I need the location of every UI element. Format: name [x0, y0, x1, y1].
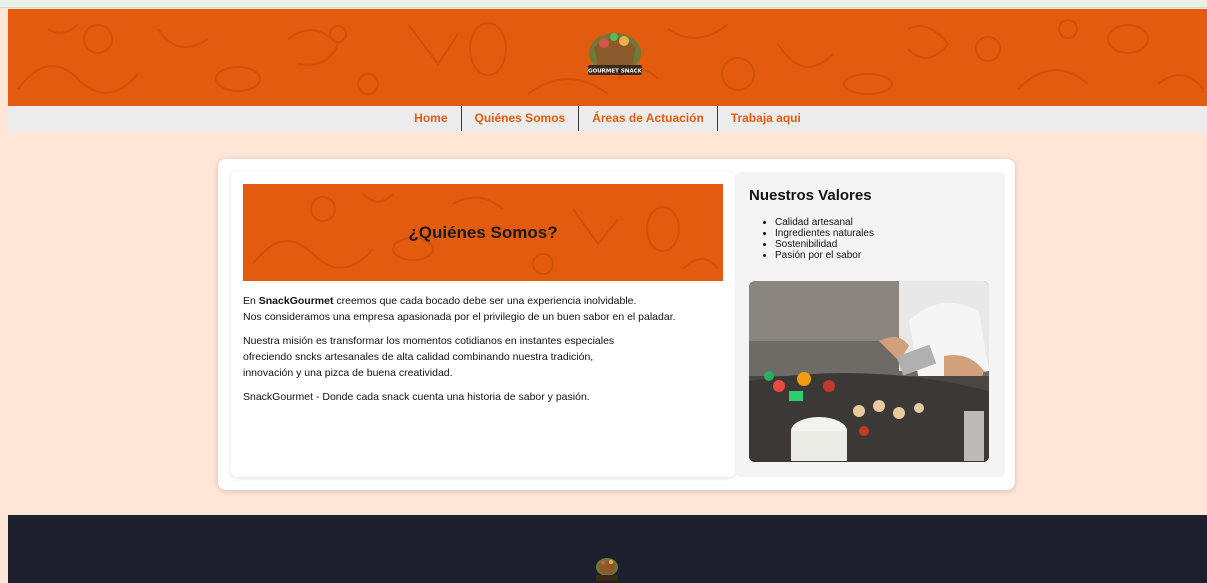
- p1-line1-rest: creemos que cada bocado debe ser una exp…: [333, 295, 637, 307]
- about-hero: ¿Quiénes Somos?: [243, 184, 723, 281]
- browser-top-strip: [0, 0, 1207, 8]
- about-paragraph-1: En SnackGourmet creemos que cada bocado …: [243, 293, 723, 325]
- logo-text: GOURMET SNACK: [588, 69, 643, 75]
- values-item: Calidad artesanal: [775, 217, 874, 228]
- about-title: ¿Quiénes Somos?: [408, 222, 558, 242]
- p2-line1: Nuestra misión es transformar los moment…: [243, 335, 615, 347]
- main-nav: Home Quiénes Somos Áreas de Actuación Tr…: [8, 106, 1207, 131]
- page: GOURMET SNACK Home Quiénes Somos Áreas d…: [8, 9, 1207, 583]
- about-panel: ¿Quiénes Somos? En SnackGourmet creemos …: [231, 172, 735, 477]
- values-list: Calidad artesanal Ingredientes naturales…: [775, 217, 874, 261]
- values-item: Pasión por el sabor: [775, 250, 874, 261]
- p1-prefix: En: [243, 295, 259, 307]
- nav-item-home[interactable]: Home: [401, 106, 462, 131]
- footer: [8, 515, 1207, 583]
- p1-line2: Nos consideramos una empresa apasionada …: [243, 311, 676, 323]
- p2-line3: innovación y una pizca de buena creativi…: [243, 367, 453, 379]
- values-panel: Nuestros Valores Calidad artesanal Ingre…: [735, 172, 1005, 477]
- about-text: En SnackGourmet creemos que cada bocado …: [243, 293, 723, 413]
- values-item: Sostenibilidad: [775, 239, 874, 250]
- values-title: Nuestros Valores: [749, 187, 872, 204]
- about-paragraph-2: Nuestra misión es transformar los moment…: [243, 333, 723, 381]
- chef-cooking-photo: [749, 281, 989, 462]
- footer-logo: [596, 558, 618, 581]
- brand-name: SnackGourmet: [258, 295, 334, 307]
- about-paragraph-3: SnackGourmet - Donde cada snack cuenta u…: [243, 391, 590, 403]
- values-item: Ingredientes naturales: [775, 228, 874, 239]
- nav-item-areas-actuacion[interactable]: Áreas de Actuación: [579, 106, 718, 131]
- nav-item-trabaja-aqui[interactable]: Trabaja aqui: [718, 106, 814, 131]
- content-card: ¿Quiénes Somos? En SnackGourmet creemos …: [218, 159, 1015, 490]
- gourmet-snack-logo: GOURMET SNACK: [588, 33, 643, 75]
- nav-item-quienes-somos[interactable]: Quiénes Somos: [462, 106, 580, 131]
- header-banner: GOURMET SNACK: [8, 9, 1207, 106]
- p2-line2: ofreciendo sncks artesanales de alta cal…: [243, 351, 594, 363]
